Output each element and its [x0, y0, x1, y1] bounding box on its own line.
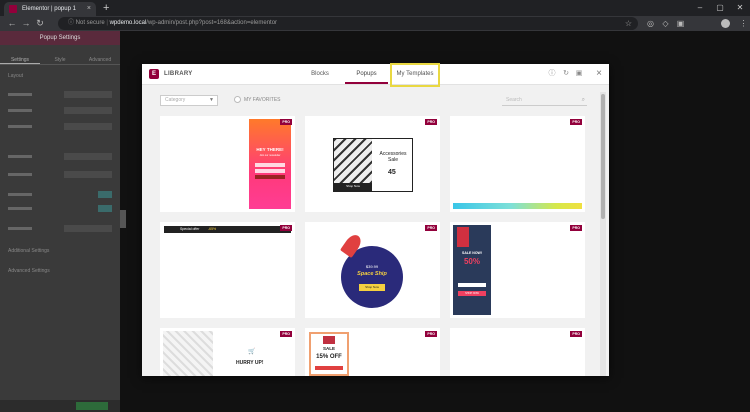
maximize-icon[interactable]: ▢ [710, 0, 730, 16]
elementor-logo-icon: E [149, 69, 159, 79]
scrollbar[interactable] [600, 92, 606, 376]
pro-badge: PRO [425, 119, 437, 125]
extension-icon[interactable]: ◎ [645, 18, 656, 29]
panel-tabs: Settings Style Advanced [0, 45, 120, 65]
panel-tab-advanced[interactable]: Advanced [80, 45, 120, 64]
library-title: LIBRARY [164, 71, 193, 77]
panel-title: Popup Settings [0, 31, 120, 45]
back-button[interactable]: ← [6, 17, 18, 30]
template-card[interactable]: Accessories Sale 45 Shop Now PRO [305, 116, 440, 212]
template-card[interactable]: SALE 15% OFF PRO [305, 328, 440, 376]
pro-badge: PRO [425, 225, 437, 231]
pro-badge: PRO [425, 331, 437, 337]
forward-button[interactable]: → [20, 17, 32, 30]
template-card[interactable]: SALE NOW! 50% SHOP NOW PRO [450, 222, 585, 318]
template-preview: HEY THERE! Join our newsletter [249, 119, 291, 209]
template-card[interactable]: $39.99 Space Ship Shop Now PRO [305, 222, 440, 318]
panel-collapse-handle[interactable] [120, 210, 126, 228]
search-icon: ⌕ [581, 97, 585, 103]
panel-section-layout[interactable]: Layout [8, 73, 23, 79]
bookmark-star-icon[interactable]: ☆ [625, 17, 632, 30]
pro-badge: PRO [570, 225, 582, 231]
browser-tab[interactable]: Elementor | popup 1 × [4, 2, 96, 16]
browser-toolbar: ← → ↻ ⓘ Not secure | wpdemo.local/wp-adm… [0, 16, 750, 31]
publish-button[interactable] [76, 402, 108, 410]
address-bar[interactable]: ⓘ Not secure | wpdemo.local/wp-admin/pos… [58, 17, 638, 30]
template-card[interactable]: PRO [450, 328, 585, 376]
tab-popups[interactable]: Popups [345, 64, 388, 84]
panel-control[interactable] [8, 107, 112, 115]
template-card[interactable]: 🛒 HURRY UP! PRO [160, 328, 295, 376]
template-preview: SALE NOW! 50% SHOP NOW [453, 225, 491, 315]
chevron-down-icon: ▼ [209, 97, 214, 103]
panel-section-additional[interactable]: Additional Settings [8, 248, 49, 254]
template-preview: Special offer -65% [164, 226, 291, 233]
not-secure-indicator[interactable]: ⓘ Not secure [68, 20, 105, 26]
new-tab-button[interactable]: + [103, 1, 109, 15]
panel-control[interactable] [8, 225, 112, 233]
cart-icon: 🛒 [248, 349, 256, 355]
tab-title: Elementor | popup 1 [22, 6, 76, 12]
panel-footer [0, 400, 120, 412]
tab-close-icon[interactable]: × [87, 2, 91, 16]
template-card[interactable]: HEY THERE! Join our newsletter PRO [160, 116, 295, 212]
menu-icon[interactable]: ⋮ [738, 18, 749, 29]
sync-icon[interactable]: ↻ [561, 69, 571, 79]
extension-icon[interactable]: ◇ [660, 18, 671, 29]
panel-tab-style[interactable]: Style [40, 45, 80, 64]
tab-highlight-box [390, 63, 440, 87]
tab-blocks[interactable]: Blocks [308, 64, 332, 84]
scroll-thumb[interactable] [601, 94, 605, 219]
pro-badge: PRO [280, 225, 292, 231]
library-modal: E LIBRARY Blocks Popups My Templates ⓘ ↻… [142, 64, 609, 376]
minimize-icon[interactable]: – [690, 0, 710, 16]
elementor-favicon-icon [9, 5, 17, 13]
template-preview [453, 203, 582, 209]
template-preview [163, 331, 213, 376]
url-host: wpdemo.local [109, 20, 147, 26]
template-preview: SALE 15% OFF [309, 332, 349, 376]
panel-control[interactable] [8, 153, 112, 161]
panel-toggle[interactable] [8, 191, 112, 199]
panel-tab-settings[interactable]: Settings [0, 45, 40, 64]
favorites-checkbox[interactable] [234, 96, 241, 103]
search-input[interactable]: Search ⌕ [502, 95, 587, 106]
modal-header: E LIBRARY Blocks Popups My Templates ⓘ ↻… [142, 64, 609, 85]
filter-bar: Category ▼ MY FAVORITES Search ⌕ [142, 86, 609, 110]
pro-badge: PRO [570, 331, 582, 337]
pro-badge: PRO [570, 119, 582, 125]
favorites-label: MY FAVORITES [244, 97, 281, 103]
save-icon[interactable]: ▣ [574, 69, 584, 79]
panel-toggle[interactable] [8, 205, 112, 213]
template-card[interactable]: PRO [450, 116, 585, 212]
close-icon[interactable]: × [594, 69, 604, 79]
panel-control[interactable] [8, 123, 112, 131]
browser-tab-bar: Elementor | popup 1 × + – ▢ ✕ [0, 0, 750, 16]
info-icon[interactable]: ⓘ [547, 69, 557, 79]
pro-badge: PRO [280, 119, 292, 125]
profile-avatar[interactable] [721, 19, 730, 28]
panel-control[interactable] [8, 91, 112, 99]
pro-badge: PRO [280, 331, 292, 337]
category-select[interactable]: Category ▼ [160, 95, 218, 106]
panel-section-advanced[interactable]: Advanced Settings [8, 268, 50, 274]
template-preview: Accessories Sale 45 Shop Now [333, 138, 413, 192]
panel-control[interactable] [8, 171, 112, 179]
extension-icon[interactable]: ▣ [675, 18, 686, 29]
template-card[interactable]: Special offer -65% PRO [160, 222, 295, 318]
url-path: /wp-admin/post.php?post=168&action=eleme… [146, 20, 278, 26]
window-close-icon[interactable]: ✕ [730, 0, 750, 16]
editor-panel: Popup Settings Settings Style Advanced L… [0, 31, 120, 412]
reload-button[interactable]: ↻ [34, 17, 46, 30]
template-grid: HEY THERE! Join our newsletter PRO Acces… [142, 111, 600, 376]
